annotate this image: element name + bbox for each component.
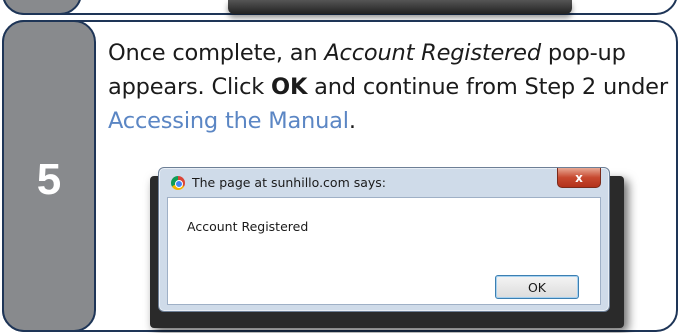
dialog-title: The page at sunhillo.com says: xyxy=(192,175,387,190)
ok-emphasis: OK xyxy=(271,74,308,100)
previous-screenshot-edge xyxy=(228,0,572,14)
step-number-tab: 5 xyxy=(2,20,96,332)
close-button[interactable]: x xyxy=(557,168,601,188)
instruction-text: Once complete, an xyxy=(108,40,325,66)
account-registered-emphasis: Account Registered xyxy=(324,40,541,66)
step-number: 5 xyxy=(36,155,62,204)
instruction-text: . xyxy=(348,108,356,134)
dialog-titlebar: The page at sunhillo.com says: x xyxy=(159,168,609,196)
chrome-icon xyxy=(171,176,185,190)
dialog-message: Account Registered xyxy=(187,219,309,234)
dialog-body: Account Registered OK xyxy=(167,197,601,305)
accessing-manual-link[interactable]: Accessing the Manual xyxy=(108,108,349,134)
step-instructions: Once complete, an Account Registered pop… xyxy=(108,36,674,138)
ok-button[interactable]: OK xyxy=(495,275,579,299)
instruction-text: and continue from Step 2 under xyxy=(307,74,668,100)
alert-dialog: The page at sunhillo.com says: x Account… xyxy=(158,167,610,312)
